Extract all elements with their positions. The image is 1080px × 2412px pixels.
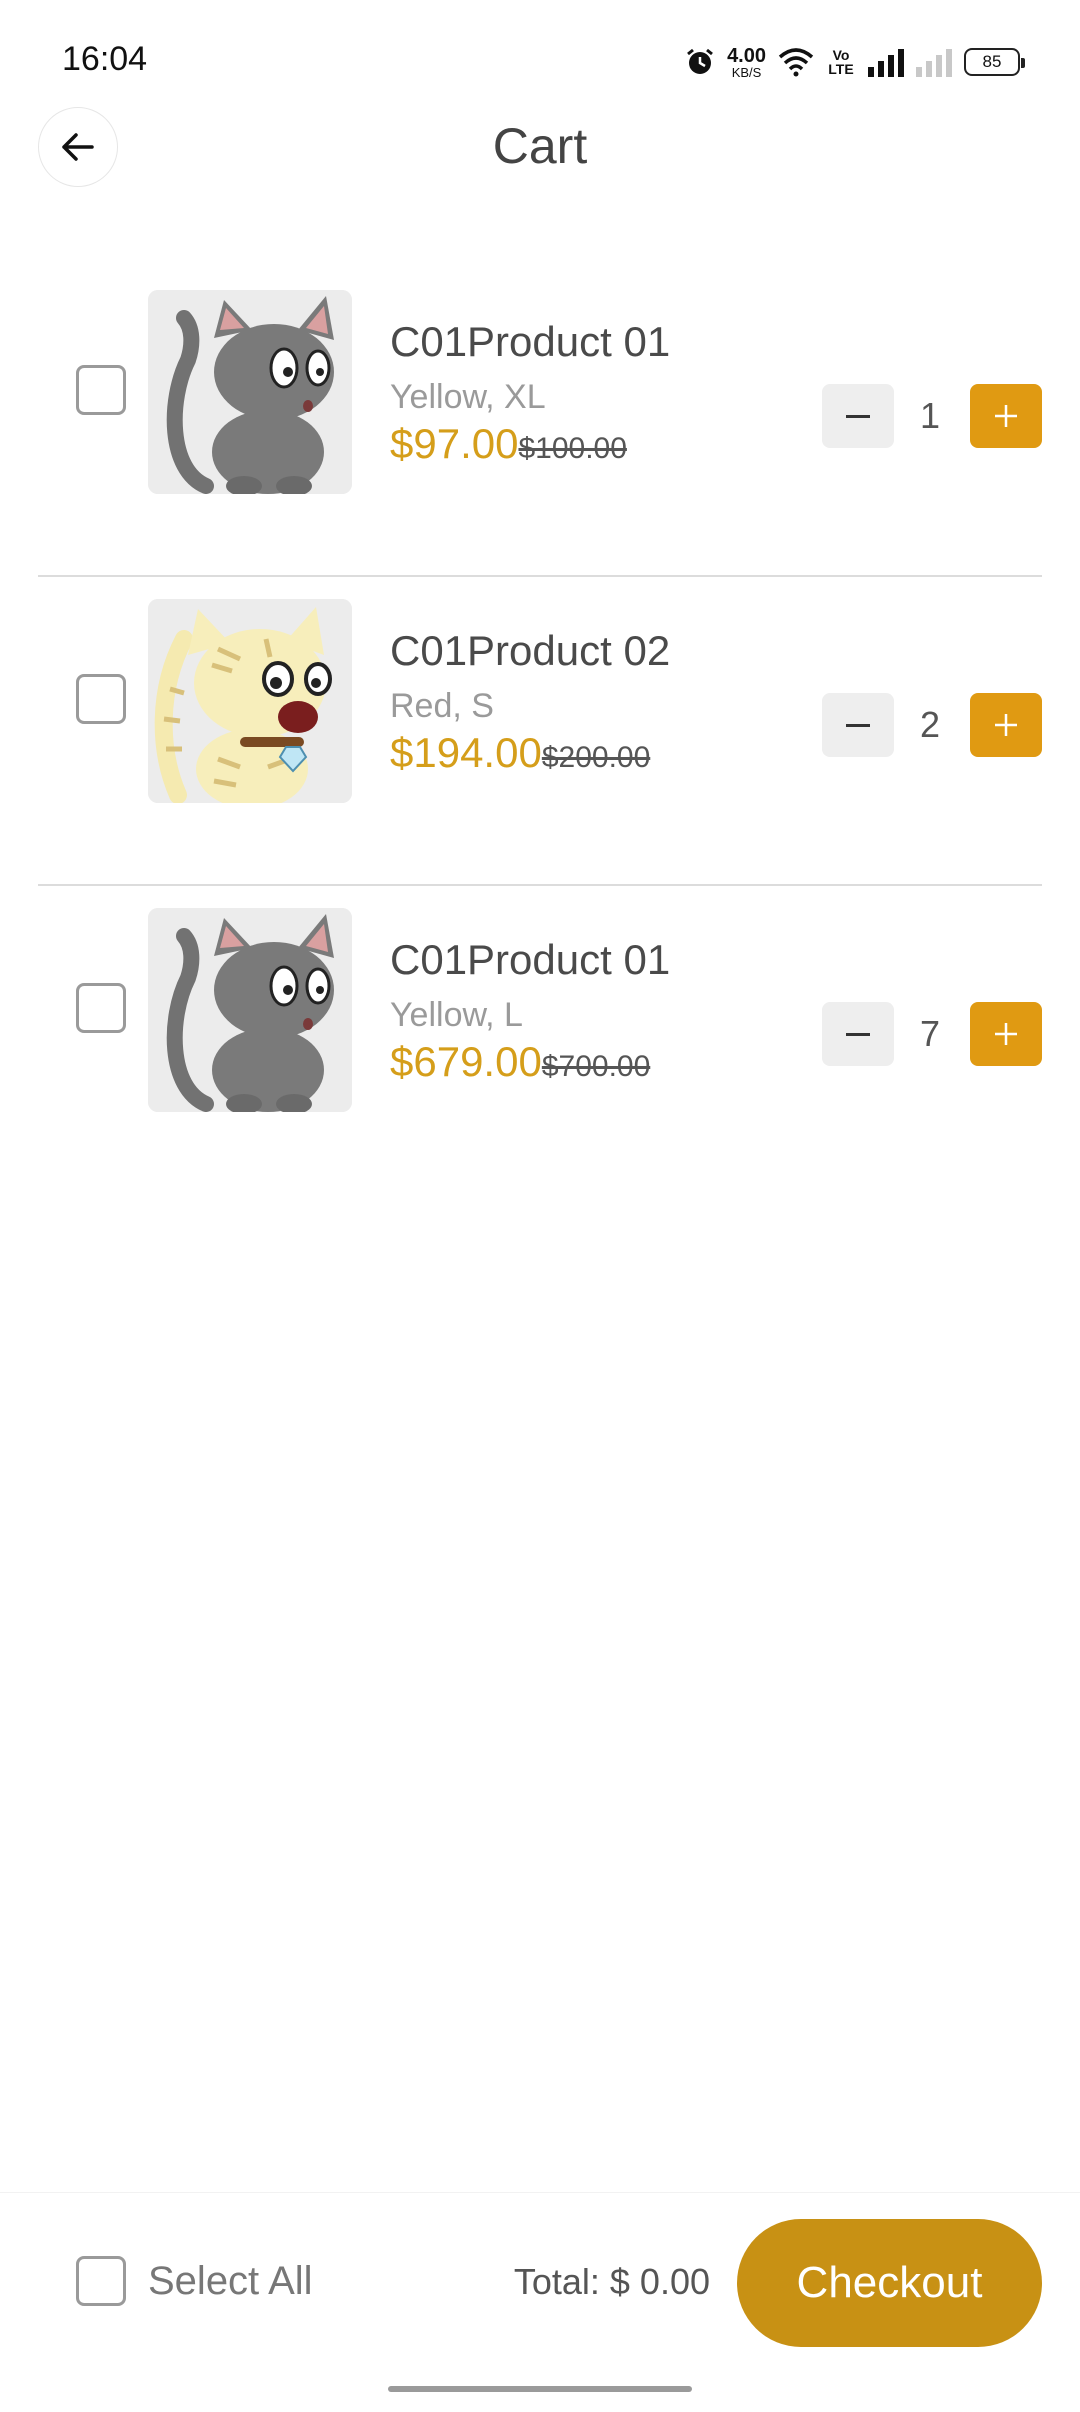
original-price: $200.00 (541, 741, 651, 774)
net-speed-value: 4.00 (727, 44, 766, 67)
cart-item: C01Product 01 Yellow, L $679.00$700.00 7 (38, 886, 1042, 1195)
item-checkbox[interactable] (76, 674, 126, 724)
sale-price: $97.00 (390, 420, 519, 467)
volte-indicator: Vo LTE (828, 47, 854, 77)
battery-icon: 85 (964, 48, 1025, 76)
product-name: C01Product 01 (390, 936, 671, 983)
status-time: 16:04 (62, 40, 148, 78)
sale-price: $679.00 (390, 1038, 542, 1085)
decrease-quantity-button[interactable] (822, 693, 894, 757)
net-speed-unit: KB/S (731, 64, 762, 80)
item-checkbox[interactable] (76, 983, 126, 1033)
increase-quantity-button[interactable] (970, 693, 1042, 757)
plus-icon (995, 714, 1017, 736)
product-image[interactable] (148, 599, 352, 803)
minus-icon (846, 723, 870, 727)
product-variant: Red, S (390, 687, 494, 725)
sale-price: $194.00 (390, 729, 542, 776)
decrease-quantity-button[interactable] (822, 384, 894, 448)
home-indicator[interactable] (388, 2386, 692, 2392)
minus-icon (846, 414, 870, 418)
quantity-value: 1 (919, 395, 941, 436)
increase-quantity-button[interactable] (970, 1002, 1042, 1066)
alarm-icon (687, 48, 713, 74)
signal-icon (868, 47, 904, 77)
cart-list: C01Product 01 Yellow, XL $97.00$100.00 1… (38, 268, 1042, 1195)
plus-icon (995, 1023, 1017, 1045)
product-name: C01Product 01 (390, 318, 671, 365)
checkout-button[interactable]: Checkout (737, 2219, 1042, 2347)
product-image[interactable] (148, 290, 352, 494)
status-bar: 16:04 4.00 KB/S Vo LTE 85 (0, 0, 1080, 110)
network-speed: 4.00 KB/S (727, 46, 766, 79)
status-icons: 4.00 KB/S Vo LTE 85 (685, 40, 1025, 84)
cart-item: C01Product 01 Yellow, XL $97.00$100.00 1 (38, 268, 1042, 577)
product-image[interactable] (148, 908, 352, 1112)
price-row: $97.00$100.00 (390, 420, 627, 468)
quantity-value: 2 (919, 704, 941, 745)
minus-icon (846, 1032, 870, 1036)
product-variant: Yellow, L (390, 996, 523, 1034)
select-all-checkbox[interactable] (76, 2256, 126, 2306)
cart-item: C01Product 02 Red, S $194.00$200.00 2 (38, 577, 1042, 886)
price-row: $679.00$700.00 (390, 1038, 650, 1086)
price-row: $194.00$200.00 (390, 729, 650, 777)
item-checkbox[interactable] (76, 365, 126, 415)
product-variant: Yellow, XL (390, 378, 546, 416)
increase-quantity-button[interactable] (970, 384, 1042, 448)
decrease-quantity-button[interactable] (822, 1002, 894, 1066)
page-title: Cart (492, 118, 588, 174)
battery-level: 85 (982, 52, 1002, 71)
select-all-label[interactable]: Select All (148, 2259, 313, 2304)
total-amount: Total: $ 0.00 (513, 2261, 710, 2302)
original-price: $100.00 (518, 432, 627, 465)
checkout-bar: Select All Total: $ 0.00 Checkout (0, 2192, 1080, 2347)
product-name: C01Product 02 (390, 627, 671, 674)
original-price: $700.00 (541, 1050, 651, 1083)
signal-off-icon (916, 47, 952, 77)
app-header: Cart (0, 105, 1080, 195)
plus-icon (995, 405, 1017, 427)
quantity-value: 7 (919, 1013, 941, 1054)
wifi-icon (778, 48, 814, 77)
